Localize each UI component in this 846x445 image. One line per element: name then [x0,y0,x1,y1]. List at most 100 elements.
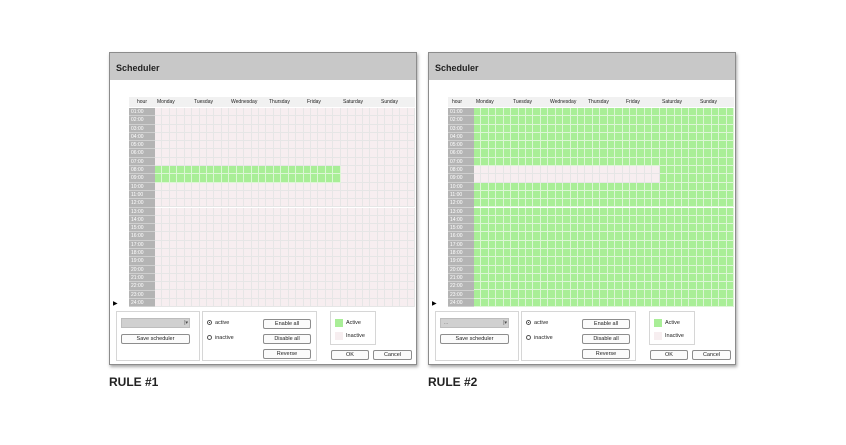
schedule-cell[interactable] [229,248,237,258]
schedule-cell[interactable] [333,108,341,117]
schedule-cell[interactable] [503,132,512,142]
hour-label[interactable]: 12:00 [448,199,474,208]
schedule-cell[interactable] [199,166,207,175]
schedule-cell[interactable] [288,290,297,299]
schedule-cell[interactable] [503,166,512,175]
schedule-cell[interactable] [719,207,727,216]
schedule-cell[interactable] [659,207,668,216]
schedule-cell[interactable] [385,116,393,125]
schedule-cell[interactable] [385,282,393,291]
schedule-cell[interactable] [659,199,668,208]
schedule-cell[interactable] [600,257,608,266]
schedule-cell[interactable] [503,257,512,266]
schedule-cell[interactable] [207,290,215,299]
schedule-cell[interactable] [578,108,586,117]
schedule-cell[interactable] [503,174,512,183]
schedule-cell[interactable] [652,157,660,167]
schedule-cell[interactable] [259,174,267,183]
schedule-cell[interactable] [221,282,230,291]
schedule-cell[interactable] [503,282,512,291]
schedule-cell[interactable] [162,265,170,274]
schedule-cell[interactable] [377,224,386,233]
schedule-cell[interactable] [281,232,289,241]
schedule-cell[interactable] [600,232,608,241]
schedule-cell[interactable] [630,282,638,291]
schedule-cell[interactable] [169,141,178,150]
schedule-cell[interactable] [199,132,207,142]
schedule-cell[interactable] [622,273,630,283]
schedule-cell[interactable] [481,298,489,307]
schedule-cell[interactable] [370,149,378,158]
schedule-cell[interactable] [607,265,616,274]
schedule-cell[interactable] [496,149,504,158]
schedule-cell[interactable] [630,265,638,274]
schedule-cell[interactable] [540,240,549,249]
schedule-cell[interactable] [570,282,578,291]
schedule-cell[interactable] [251,282,259,291]
schedule-cell[interactable] [169,224,178,233]
schedule-cell[interactable] [236,248,245,258]
schedule-cell[interactable] [273,199,282,208]
schedule-cell[interactable] [377,124,386,133]
schedule-cell[interactable] [726,290,734,299]
schedule-cell[interactable] [377,207,386,216]
schedule-cell[interactable] [474,257,482,266]
schedule-cell[interactable] [659,166,668,175]
schedule-cell[interactable] [311,265,319,274]
schedule-cell[interactable] [704,215,712,225]
schedule-cell[interactable] [652,141,660,150]
schedule-cell[interactable] [622,124,630,133]
hour-label[interactable]: 23:00 [448,290,474,299]
schedule-cell[interactable] [333,282,341,291]
schedule-cell[interactable] [214,207,222,216]
schedule-cell[interactable] [169,207,178,216]
schedule-cell[interactable] [288,182,297,191]
schedule-cell[interactable] [674,215,682,225]
chevron-down-icon[interactable]: |▾ [503,320,507,327]
schedule-cell[interactable] [570,174,578,183]
schedule-cell[interactable] [303,282,311,291]
schedule-cell[interactable] [229,132,237,142]
schedule-cell[interactable] [696,224,705,233]
schedule-cell[interactable] [370,124,378,133]
schedule-cell[interactable] [548,215,556,225]
schedule-cell[interactable] [251,298,259,307]
schedule-cell[interactable] [244,132,252,142]
schedule-cell[interactable] [563,290,571,299]
schedule-cell[interactable] [251,166,259,175]
schedule-cell[interactable] [392,132,401,142]
schedule-cell[interactable] [578,132,586,142]
schedule-cell[interactable] [474,132,482,142]
schedule-cell[interactable] [600,149,608,158]
schedule-cell[interactable] [637,282,645,291]
schedule-cell[interactable] [481,207,489,216]
schedule-cell[interactable] [155,116,163,125]
schedule-cell[interactable] [162,116,170,125]
schedule-cell[interactable] [333,298,341,307]
schedule-cell[interactable] [563,190,571,200]
schedule-cell[interactable] [481,282,489,291]
schedule-cell[interactable] [667,207,675,216]
schedule-cell[interactable] [637,257,645,266]
schedule-cell[interactable] [630,174,638,183]
schedule-cell[interactable] [533,232,541,241]
schedule-cell[interactable] [503,149,512,158]
hour-label[interactable]: 06:00 [129,149,155,158]
schedule-cell[interactable] [630,207,638,216]
schedule-cell[interactable] [325,108,334,117]
save-scheduler-button[interactable]: Save scheduler [440,334,509,344]
schedule-cell[interactable] [392,182,401,191]
schedule-cell[interactable] [637,248,645,258]
hour-label[interactable]: 07:00 [129,157,155,167]
schedule-cell[interactable] [199,273,207,283]
schedule-cell[interactable] [177,290,185,299]
schedule-cell[interactable] [555,166,564,175]
schedule-cell[interactable] [340,108,349,117]
schedule-cell[interactable] [563,257,571,266]
schedule-cell[interactable] [355,207,363,216]
schedule-cell[interactable] [644,232,653,241]
schedule-cell[interactable] [511,257,519,266]
schedule-cell[interactable] [214,224,222,233]
schedule-cell[interactable] [540,282,549,291]
schedule-cell[interactable] [652,182,660,191]
